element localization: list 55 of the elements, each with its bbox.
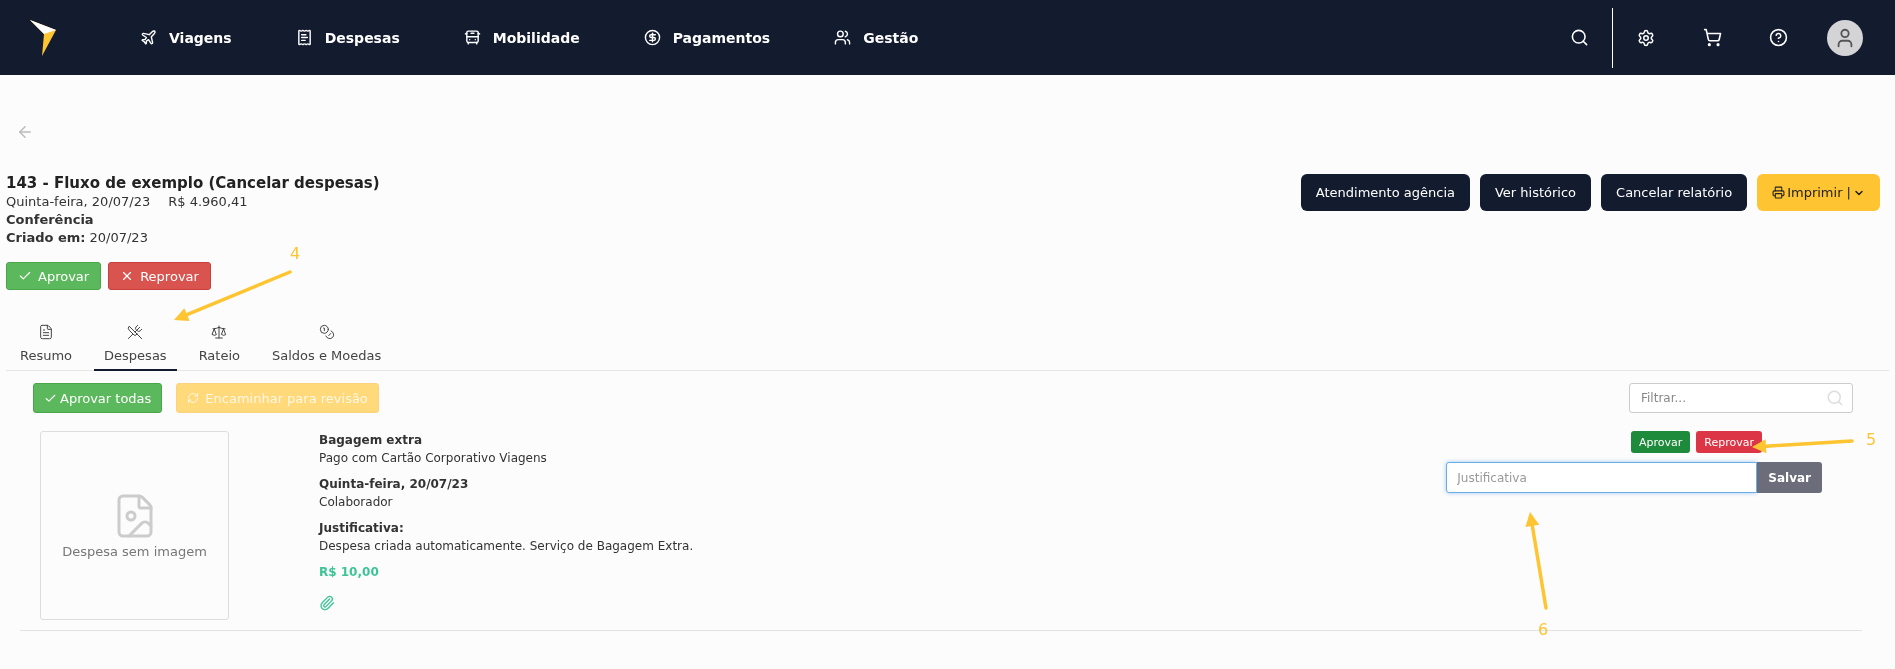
annotation-number: 4 — [290, 244, 301, 263]
coins-icon — [318, 324, 335, 340]
tab[interactable]: Rateio — [188, 318, 250, 371]
report-stage: Conferência — [6, 211, 94, 229]
document-icon — [38, 324, 55, 340]
report-title: 143 - Fluxo de exemplo (Cancelar despesas) — [6, 173, 380, 193]
printer-icon — [1772, 186, 1786, 199]
expense-name: Bagagem extra — [319, 432, 423, 449]
filter-field[interactable]: Filtrar... — [1629, 383, 1853, 413]
user-avatar[interactable] — [1827, 19, 1863, 56]
save-button[interactable]: Salvar — [1757, 462, 1822, 493]
justification-label: Justificativa: — [319, 520, 405, 537]
justification-input[interactable]: Justificativa — [1446, 462, 1758, 493]
tab[interactable]: Resumo — [10, 318, 83, 371]
nav-menu-item[interactable]: Viagens — [140, 29, 232, 46]
action-button[interactable]: Cancelar relatório — [1601, 174, 1748, 211]
search-icon — [1826, 389, 1844, 407]
refresh-icon — [187, 392, 200, 404]
nav-menu-item[interactable]: Gestão — [834, 29, 919, 46]
cutlery-icon — [127, 324, 144, 340]
gear-icon — [1637, 28, 1655, 47]
reject-button[interactable]: Reprovar — [1696, 431, 1762, 453]
nav-menu-item[interactable]: Mobilidade — [463, 29, 580, 46]
report-date: Quinta-feira, 20/07/23 — [6, 193, 151, 211]
help-icon — [1768, 28, 1788, 47]
created-label: Criado em: — [6, 229, 86, 247]
created-date: 20/07/23 — [89, 229, 148, 247]
airplane-icon — [140, 29, 157, 46]
tab[interactable]: Despesas — [94, 318, 177, 371]
tab[interactable]: Saldos e Moedas — [262, 318, 392, 371]
bus-icon — [463, 29, 481, 46]
nav-menu-item[interactable]: Despesas — [295, 29, 400, 46]
users-icon — [834, 29, 852, 46]
annotation-number: 6 — [1538, 620, 1549, 639]
annotation-number: 5 — [1866, 430, 1877, 449]
expense-date: Quinta-feira, 20/07/23 — [319, 476, 470, 493]
no-image-text: Despesa sem imagem — [62, 544, 207, 559]
check-icon — [18, 269, 32, 283]
reject-button[interactable]: Reprovar — [108, 262, 211, 290]
search-icon — [1569, 28, 1589, 47]
paperclip-icon[interactable] — [319, 595, 335, 611]
justification-text: Despesa criada automaticamente. Serviço de Bagagem Extra. — [319, 538, 694, 555]
payment-method: Pago com Cartão Corporativo Viagens — [319, 450, 548, 467]
action-button[interactable]: Ver histórico — [1479, 174, 1592, 211]
expense-role: Colaborador — [319, 494, 394, 511]
report-total: R$ 4.960,41 — [168, 193, 248, 211]
approve-button[interactable]: Aprovar — [1631, 431, 1691, 453]
receipt-icon — [295, 29, 313, 46]
cart-icon — [1702, 28, 1722, 47]
expense-amount: R$ 10,00 — [319, 564, 380, 581]
dollar-icon — [643, 29, 661, 46]
print-button[interactable]: Imprimir | — [1757, 174, 1880, 211]
nav-menu-item[interactable]: Pagamentos — [643, 29, 771, 46]
scale-icon — [211, 324, 228, 340]
action-button[interactable]: Atendimento agência — [1300, 174, 1470, 211]
